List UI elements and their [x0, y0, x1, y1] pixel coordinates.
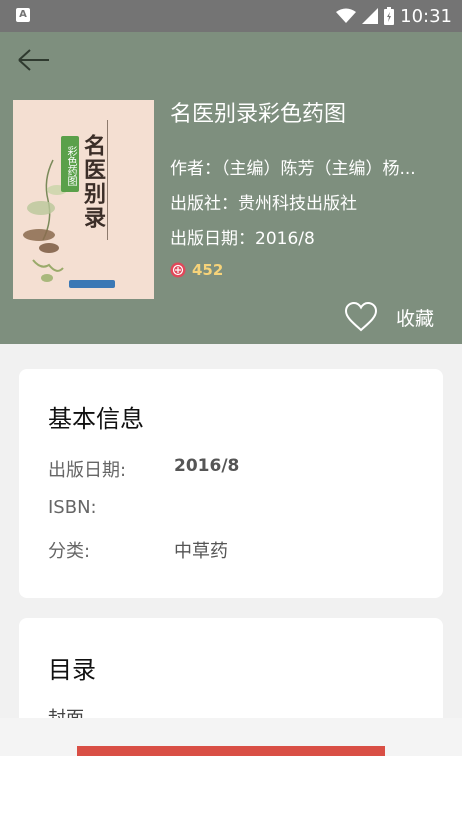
- publish-date-value: 2016/8: [174, 456, 240, 476]
- bottom-bar: [0, 718, 462, 821]
- favorite-label: 收藏: [396, 307, 435, 330]
- back-arrow-icon: [18, 49, 49, 71]
- basic-info-card: 基本信息 出版日期: 2016/8 ISBN: 分类: 中草药: [19, 369, 443, 598]
- publish-date-label: 出版日期:: [48, 460, 127, 481]
- basic-info-title: 基本信息: [48, 405, 144, 433]
- score-badge-icon: [170, 262, 186, 278]
- score-value: 452: [192, 261, 224, 279]
- favorite-button[interactable]: 收藏: [344, 300, 434, 334]
- battery-icon: [384, 7, 395, 25]
- cover-publisher-logo: [69, 280, 115, 288]
- book-score: 452: [170, 260, 223, 280]
- wifi-icon: [336, 8, 357, 23]
- book-cover[interactable]: 彩色药图 名医别录: [13, 100, 154, 299]
- status-time: 10:31: [400, 5, 452, 27]
- signal-icon: [362, 8, 379, 24]
- toc-title: 目录: [48, 656, 96, 684]
- book-title: 名医别录彩色药图: [170, 102, 347, 127]
- read-button[interactable]: [77, 746, 385, 756]
- status-bar: A 10:31: [0, 0, 462, 32]
- cover-title: 名医别录: [80, 134, 106, 230]
- back-button[interactable]: [14, 44, 54, 76]
- book-publish-date: 出版日期：2016/8: [170, 229, 315, 249]
- book-author: 作者：（主编）陈芳（主编）杨...: [170, 159, 416, 179]
- isbn-label: ISBN:: [48, 497, 97, 518]
- book-header: 彩色药图 名医别录 名医别录彩色药图 作者：（主编）陈芳（主编）杨... 出版社…: [0, 32, 462, 344]
- status-icons: 10:31: [336, 0, 452, 32]
- notification-icon: A: [16, 8, 30, 22]
- book-publisher: 出版社：贵州科技出版社: [170, 194, 357, 214]
- category-value: 中草药: [174, 541, 228, 562]
- category-label: 分类:: [48, 541, 91, 562]
- heart-icon: [344, 302, 378, 332]
